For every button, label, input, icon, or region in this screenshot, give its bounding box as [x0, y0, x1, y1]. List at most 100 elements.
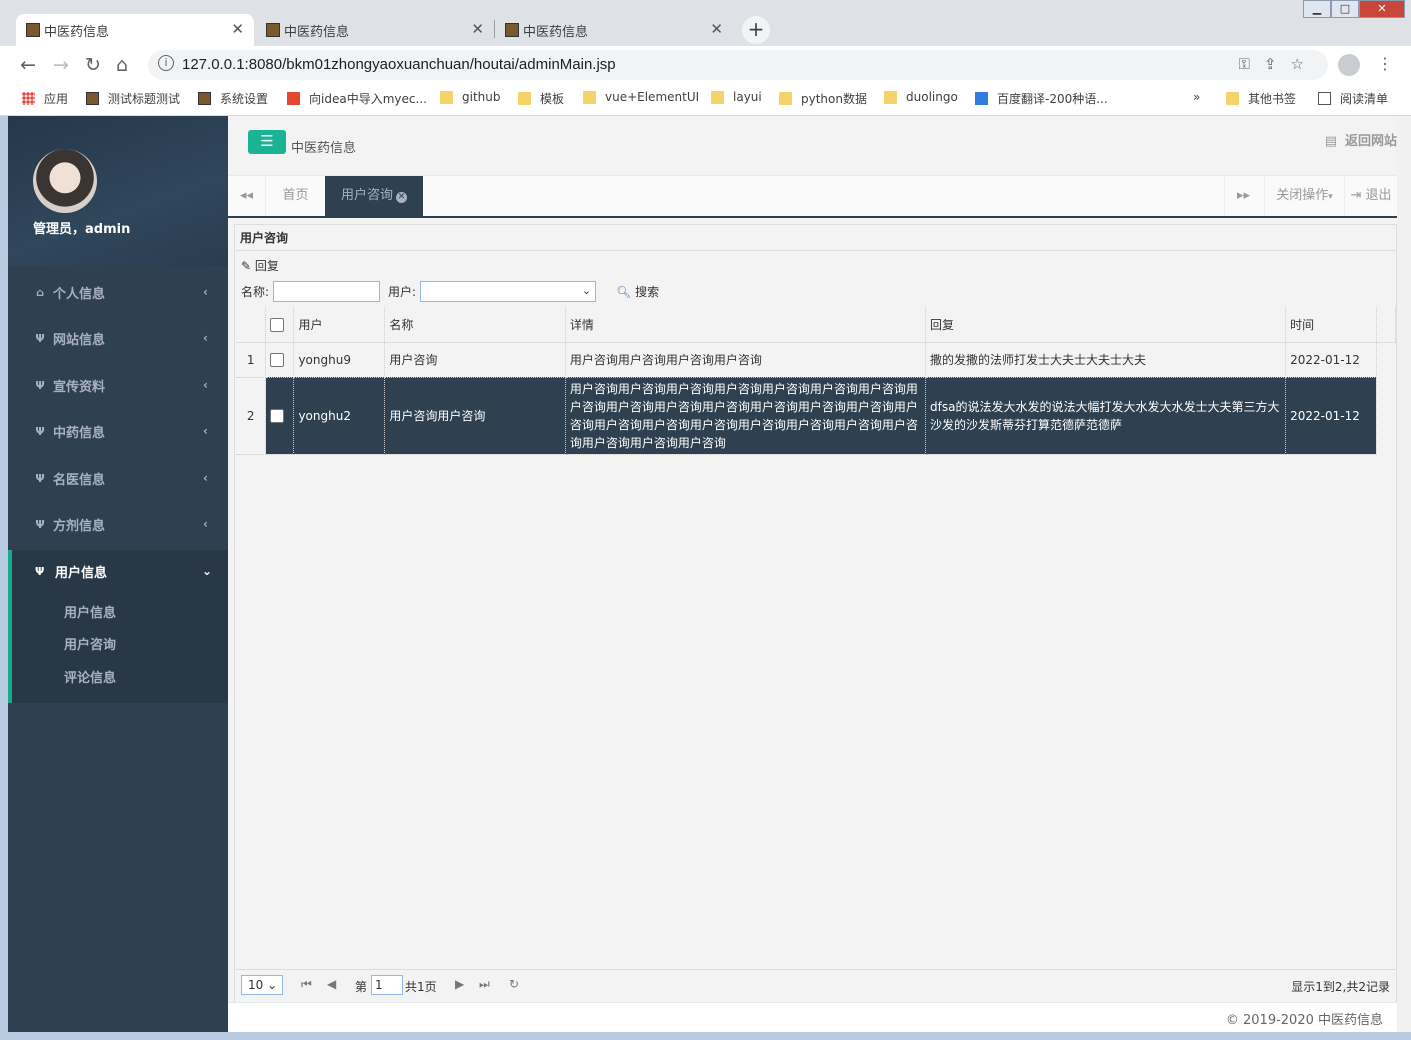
table-header-row: 用户 名称 详情 回复 时间	[236, 307, 1397, 343]
sidebar-item-users: Ψ 用户信息 ⌄ 用户信息 用户咨询 评论信息	[8, 550, 228, 703]
browser-tab[interactable]: 中医药信息 ✕	[495, 14, 733, 46]
scroll-right-icon[interactable]: ▸▸	[1224, 176, 1262, 216]
pagination-bar: 10 ⌄ ⏮ ◀ 第 1 共1页 ▶ ⏭ ↻ 显示1到2,共2记录	[235, 969, 1396, 999]
sidebar-item-herbs[interactable]: Ψ 中药信息 ‹	[8, 408, 228, 454]
next-page-icon[interactable]: ▶	[455, 977, 464, 991]
sidebar-item-label: 中药信息	[53, 425, 106, 441]
row-checkbox[interactable]	[270, 409, 285, 423]
table-row[interactable]: 1 yonghu9 用户咨询 用户咨询用户咨询用户咨询用户咨询 撒的发撒的法师打…	[236, 342, 1396, 378]
prev-page-icon[interactable]: ◀	[327, 977, 336, 991]
sidebar-item-personal[interactable]: ⌂ 个人信息 ‹	[8, 269, 228, 315]
cell-spacer	[1376, 342, 1396, 377]
sidebar-subitem-user-info[interactable]: 用户信息	[64, 602, 116, 621]
row-select-cell	[265, 377, 295, 455]
sidebar-item-doctors[interactable]: Ψ 名医信息 ‹	[8, 455, 228, 501]
home-icon[interactable]: ⌂	[116, 54, 128, 76]
browser-tab[interactable]: 中医药信息 ✕	[256, 14, 494, 46]
edit-icon: ✎	[241, 259, 252, 273]
sidebar-group-header[interactable]: Ψ 用户信息 ⌄	[12, 550, 228, 592]
share-icon[interactable]: ⇪	[1264, 55, 1291, 73]
more-bookmarks-button[interactable]: »	[1193, 90, 1200, 104]
key-icon[interactable]: ⚿	[1239, 55, 1264, 73]
sidebar-item-promo[interactable]: Ψ 宣传资料 ‹	[8, 362, 228, 408]
menu-toggle-button[interactable]: ☰	[248, 130, 286, 154]
bookmark-item[interactable]: vue+ElementUI	[583, 90, 699, 104]
sidebar-subitem-comments[interactable]: 评论信息	[64, 667, 116, 686]
bookmark-item[interactable]: layui	[711, 90, 762, 104]
folder-icon	[518, 92, 531, 105]
record-info: 显示1到2,共2记录	[1291, 980, 1390, 994]
sidebar-subitem-user-consult[interactable]: 用户咨询	[64, 634, 116, 653]
page-scrollbar[interactable]	[1397, 116, 1411, 1032]
bookmark-item[interactable]: github	[440, 90, 500, 104]
menu-kebab-icon[interactable]: ⋮	[1377, 54, 1393, 73]
chevron-left-icon: ‹	[203, 285, 208, 299]
close-window-button[interactable]: ✕	[1359, 0, 1405, 18]
new-tab-button[interactable]: +	[742, 16, 770, 44]
first-page-icon[interactable]: ⏮	[301, 977, 312, 992]
minimize-button[interactable]: ▁	[1303, 0, 1331, 18]
search-icon: 🔍︎	[616, 285, 632, 299]
tab-home[interactable]: 首页	[265, 176, 325, 216]
bookmark-item[interactable]: 测试标题测试	[86, 90, 180, 107]
star-icon[interactable]: ☆	[1291, 55, 1318, 73]
footer: © 2019-2020 中医药信息	[228, 1002, 1397, 1032]
reading-list[interactable]: 阅读清单	[1318, 90, 1388, 107]
browser-tab-title: 中医药信息	[44, 24, 110, 40]
forward-icon[interactable]: →	[53, 54, 69, 76]
omnibox[interactable]: i 127.0.0.1:8080/bkm01zhongyaoxuanchuan/…	[148, 50, 1328, 80]
back-to-site-link[interactable]: ▤ 返回网站	[1325, 130, 1397, 149]
page-size-select[interactable]: 10 ⌄	[241, 975, 283, 995]
select-all-checkbox[interactable]	[270, 317, 285, 332]
bookmark-item[interactable]: 应用	[22, 90, 68, 107]
user-select[interactable]: ⌄	[420, 281, 597, 302]
toolbar: ✎ 回复	[241, 257, 279, 274]
close-icon[interactable]: ✕	[231, 20, 244, 38]
table-row-selected[interactable]: 2 yonghu2 用户咨询用户咨询 用户咨询用户咨询用户咨询用户咨询用户咨询用…	[236, 377, 1396, 455]
close-icon[interactable]: ✕	[471, 20, 484, 38]
reading-list-icon	[1318, 92, 1331, 105]
sidebar-item-site[interactable]: Ψ 网站信息 ‹	[8, 315, 228, 361]
bookmark-item[interactable]: 百度翻译-200种语...	[975, 90, 1108, 107]
name-label: 名称:	[241, 285, 270, 299]
close-icon[interactable]: ✕	[710, 20, 723, 38]
reply-button[interactable]: ✎ 回复	[241, 259, 279, 273]
row-checkbox[interactable]	[270, 352, 285, 367]
admin-name[interactable]: 管理员，admin	[33, 218, 130, 237]
column-header[interactable]: 详情	[565, 307, 927, 343]
column-header[interactable]: 名称	[384, 307, 566, 343]
profile-icon[interactable]	[1338, 54, 1360, 76]
name-input[interactable]	[273, 281, 381, 302]
close-ops-dropdown[interactable]: 关闭操作▾	[1264, 176, 1344, 216]
browser-tab[interactable]: 中医药信息 ✕	[16, 14, 254, 46]
bookmark-item[interactable]: 系统设置	[198, 90, 268, 107]
bookmark-item[interactable]: python数据	[779, 90, 867, 107]
folder-icon	[1226, 92, 1239, 105]
bookmark-item[interactable]: 向idea中导入myec...	[287, 90, 427, 107]
back-icon[interactable]: ←	[20, 54, 36, 76]
admin-app: 管理员，admin ⌂ 个人信息 ‹ Ψ 网站信息 ‹ Ψ 宣传资料 ‹ Ψ 中…	[8, 116, 1397, 1032]
chevron-left-icon: ‹	[203, 517, 208, 531]
page-number-input[interactable]: 1	[371, 975, 403, 995]
search-button[interactable]: 🔍︎ 搜索	[616, 283, 659, 300]
folder-icon	[440, 90, 453, 104]
avatar[interactable]	[33, 149, 97, 213]
url-text[interactable]: 127.0.0.1:8080/bkm01zhongyaoxuanchuan/ho…	[182, 56, 616, 73]
tab-user-consult[interactable]: 用户咨询 ✕	[325, 176, 423, 216]
refresh-icon[interactable]: ↻	[509, 977, 519, 991]
bookmark-item[interactable]: duolingo	[884, 90, 958, 104]
sidebar-item-prescriptions[interactable]: Ψ 方剂信息 ‹	[8, 501, 228, 547]
other-bookmarks[interactable]: 其他书签	[1226, 90, 1296, 107]
maximize-button[interactable]: □	[1331, 0, 1359, 18]
bookmarks-bar: 应用 测试标题测试 系统设置 向idea中导入myec... github 模板…	[0, 84, 1411, 116]
bookmark-item[interactable]: 模板	[518, 90, 564, 107]
column-header[interactable]: 用户	[293, 307, 386, 343]
reload-icon[interactable]: ↻	[85, 54, 101, 76]
scroll-left-icon[interactable]: ◂◂	[240, 176, 253, 216]
column-header[interactable]: 时间	[1285, 307, 1377, 343]
last-page-icon[interactable]: ⏭	[479, 977, 490, 992]
column-header[interactable]: 回复	[925, 307, 1287, 343]
close-tab-icon[interactable]: ✕	[396, 192, 407, 203]
info-icon[interactable]: i	[158, 55, 174, 71]
logout-button[interactable]: ⇥ 退出	[1344, 176, 1397, 216]
